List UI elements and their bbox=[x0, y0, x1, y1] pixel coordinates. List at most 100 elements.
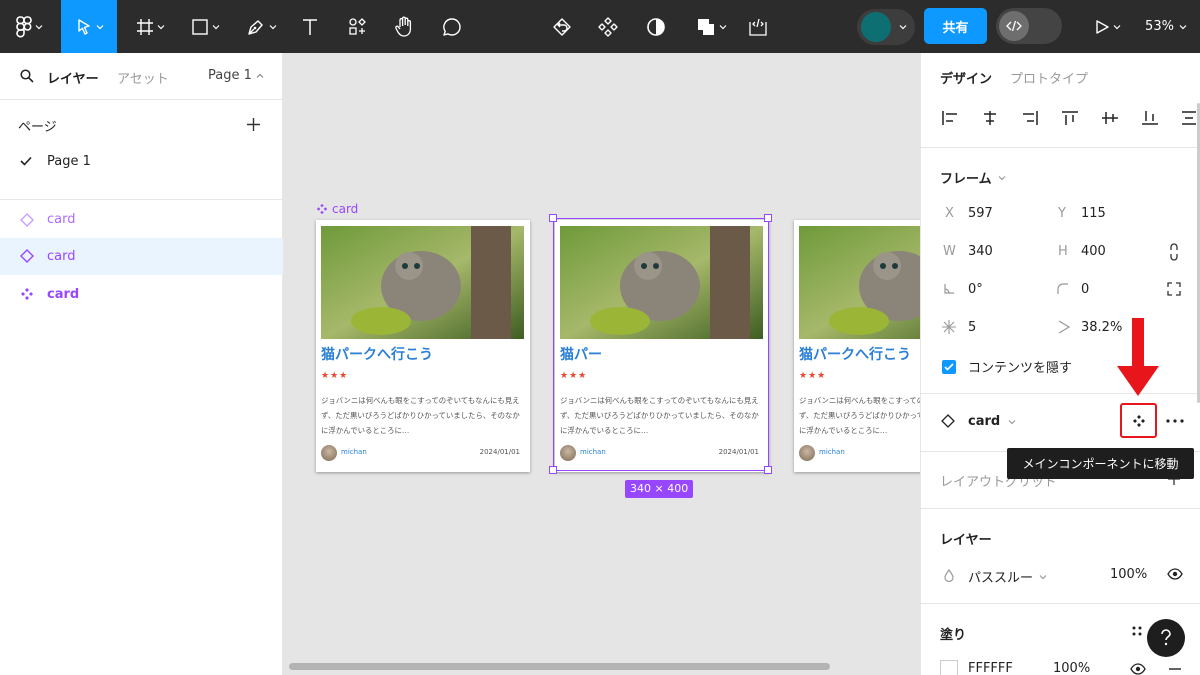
layer-row[interactable]: card bbox=[0, 203, 283, 237]
align-right-icon[interactable] bbox=[1021, 110, 1039, 126]
comment-tool-button[interactable] bbox=[436, 0, 468, 53]
fill-color-swatch[interactable] bbox=[940, 660, 958, 675]
layer-row[interactable]: card bbox=[0, 277, 283, 311]
search-icon[interactable] bbox=[20, 69, 34, 83]
width-input[interactable]: 340 bbox=[968, 244, 993, 259]
align-vertical-center-icon[interactable] bbox=[1101, 110, 1119, 126]
dev-mode-code-button[interactable] bbox=[742, 0, 774, 53]
main-menu-button[interactable] bbox=[8, 0, 50, 53]
constrain-proportions-icon[interactable] bbox=[1168, 243, 1180, 261]
instance-swap-menu[interactable]: card bbox=[968, 414, 1016, 429]
dev-mode-icon bbox=[1006, 20, 1022, 32]
figma-logo-icon bbox=[15, 15, 32, 37]
chevron-down-icon bbox=[719, 24, 726, 29]
code-frame-icon bbox=[749, 18, 767, 36]
frame-icon bbox=[136, 18, 153, 35]
pages-heading: ページ bbox=[18, 120, 57, 135]
text-tool-button[interactable] bbox=[295, 0, 325, 53]
height-input[interactable]: 400 bbox=[1081, 244, 1106, 259]
clip-content-checkbox[interactable]: コンテンツを隠す bbox=[942, 357, 1072, 376]
pen-tool-button[interactable] bbox=[238, 0, 284, 53]
pen-icon bbox=[247, 19, 263, 35]
independent-corners-icon[interactable] bbox=[1167, 282, 1181, 296]
rotation-input[interactable]: 0° bbox=[968, 282, 983, 297]
move-tool-button[interactable] bbox=[61, 0, 117, 53]
present-button[interactable] bbox=[1086, 0, 1128, 53]
y-input[interactable]: 115 bbox=[1081, 206, 1106, 221]
text-icon bbox=[303, 18, 317, 35]
frame-section-header[interactable]: フレーム bbox=[940, 168, 1006, 187]
selection-box bbox=[553, 218, 769, 471]
tab-prototype[interactable]: プロトタイプ bbox=[1010, 68, 1088, 87]
share-button[interactable]: 共有 bbox=[924, 8, 987, 44]
go-to-main-component-button[interactable] bbox=[1120, 403, 1157, 438]
red-down-arrow-icon bbox=[1117, 318, 1159, 396]
mask-button[interactable] bbox=[640, 0, 672, 53]
checkmark-icon bbox=[20, 156, 32, 166]
page-selector[interactable]: Page 1 bbox=[208, 68, 264, 83]
checkbox-checked-icon bbox=[942, 359, 956, 374]
layer-opacity-input[interactable]: 100% bbox=[1110, 567, 1147, 582]
tab-layers[interactable]: レイヤー bbox=[47, 68, 99, 87]
component-button[interactable] bbox=[592, 0, 624, 53]
align-horizontal-center-icon[interactable] bbox=[981, 110, 999, 126]
chevron-down-icon bbox=[1179, 24, 1187, 29]
add-page-icon[interactable] bbox=[246, 117, 261, 132]
layer-row-selected[interactable]: card bbox=[0, 238, 283, 275]
blend-mode-select[interactable]: パススルー bbox=[968, 567, 1047, 586]
eye-icon[interactable] bbox=[1130, 663, 1146, 675]
component-icon bbox=[598, 16, 618, 37]
tooltip: メインコンポーネントに移動 bbox=[1007, 448, 1194, 479]
help-button[interactable] bbox=[1147, 619, 1185, 657]
remove-fill-icon[interactable] bbox=[1169, 668, 1181, 670]
horizontal-scrollbar[interactable] bbox=[289, 663, 830, 670]
boolean-button[interactable] bbox=[688, 0, 734, 53]
resources-button[interactable] bbox=[342, 0, 374, 53]
dev-mode-toggle[interactable] bbox=[996, 8, 1062, 44]
tab-design[interactable]: デザイン bbox=[940, 68, 992, 87]
canvas[interactable]: card 猫パークへ行こう ★★★ ジョバンニは何べんも眼をこすってのぞいてもな… bbox=[283, 53, 920, 675]
eye-icon[interactable] bbox=[1167, 568, 1183, 580]
x-input[interactable]: 597 bbox=[968, 206, 993, 221]
count-input[interactable]: 5 bbox=[968, 320, 976, 335]
size-badge: 340 × 400 bbox=[625, 480, 694, 498]
star-count-icon bbox=[942, 320, 956, 334]
resize-handle[interactable] bbox=[764, 466, 772, 474]
layer-name: card bbox=[47, 212, 76, 227]
tab-assets[interactable]: アセット bbox=[117, 68, 169, 87]
fill-opacity-input[interactable]: 100% bbox=[1053, 661, 1090, 675]
shape-tool-button[interactable] bbox=[183, 0, 227, 53]
fill-hex-input[interactable]: FFFFFF bbox=[968, 661, 1013, 675]
zoom-menu[interactable]: 53% bbox=[1136, 0, 1196, 53]
instance-icon bbox=[20, 213, 34, 227]
resize-handle[interactable] bbox=[549, 466, 557, 474]
author-name: michan bbox=[341, 448, 367, 456]
avatar bbox=[861, 11, 891, 42]
reset-instance-button[interactable] bbox=[546, 0, 578, 53]
hand-tool-button[interactable] bbox=[388, 0, 420, 53]
card-component[interactable]: 猫パークへ行こう ★★★ ジョバンニは何べんも眼をこすってのぞいてもなんにも見え… bbox=[316, 220, 530, 472]
user-menu[interactable] bbox=[856, 0, 916, 53]
corner-radius-input[interactable]: 0 bbox=[1081, 282, 1089, 297]
style-grid-icon[interactable] bbox=[1132, 626, 1142, 636]
align-top-icon[interactable] bbox=[1061, 110, 1079, 126]
chevron-down-icon bbox=[269, 24, 276, 29]
rotation-icon bbox=[944, 284, 954, 294]
corner-radius-icon bbox=[1057, 283, 1068, 294]
page-item[interactable]: Page 1 bbox=[0, 149, 283, 175]
instance-icon bbox=[20, 249, 34, 263]
component-frame-label[interactable]: card bbox=[316, 202, 358, 216]
frame-tool-button[interactable] bbox=[128, 0, 172, 53]
more-options-icon[interactable] bbox=[1166, 419, 1184, 423]
align-bottom-icon[interactable] bbox=[1141, 110, 1159, 126]
resize-handle[interactable] bbox=[764, 214, 772, 222]
question-mark-icon bbox=[1161, 629, 1171, 646]
avatar bbox=[799, 445, 815, 461]
chevron-down-icon bbox=[157, 24, 164, 29]
resize-handle[interactable] bbox=[549, 214, 557, 222]
cursor-icon bbox=[77, 18, 90, 35]
align-left-icon[interactable] bbox=[941, 110, 959, 126]
layer-section-heading: レイヤー bbox=[940, 533, 992, 548]
chevron-down-icon bbox=[899, 24, 907, 29]
card-instance[interactable]: 猫パークへ行こう ★★★ ジョバンニは何べんも眼をこすってのぞいてもなんにも見え… bbox=[794, 220, 920, 472]
